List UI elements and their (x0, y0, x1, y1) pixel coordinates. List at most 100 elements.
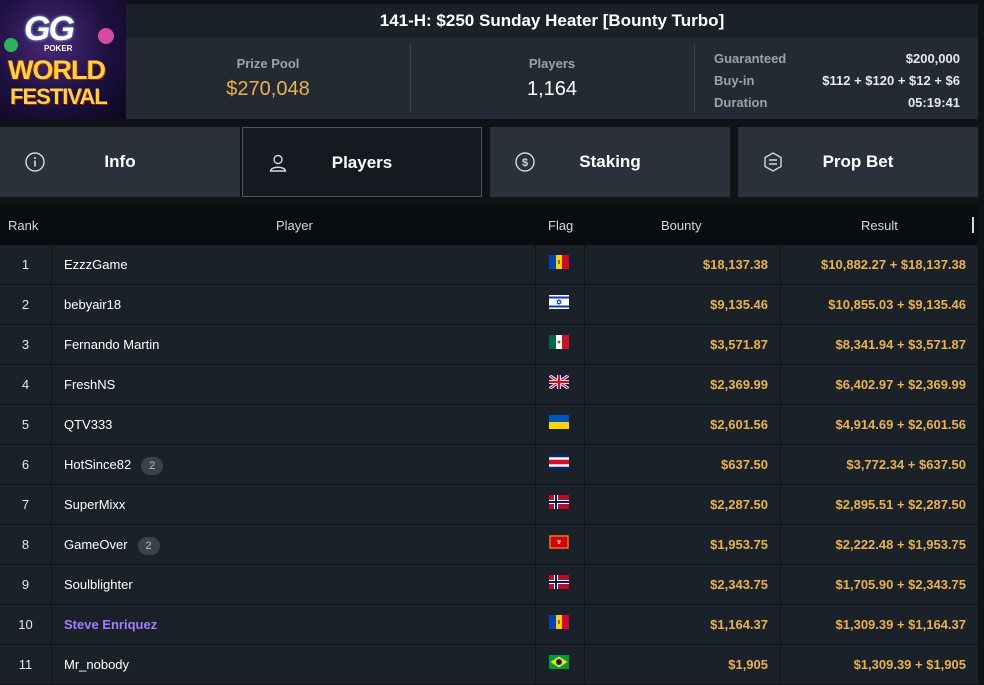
table-row[interactable]: 8 GameOver 2 $1,953.75 $2,222.48 + $1,953… (0, 525, 978, 565)
players-table-body: 1 EzzzGame $18,137.38 $10,882.27 + $18,1… (0, 245, 978, 685)
rank-cell: 8 (0, 525, 52, 564)
result-cell: $10,855.03 + $9,135.46 (828, 297, 966, 312)
table-row[interactable]: 10 Steve Enriquez $1,164.37 $1,309.39 + … (0, 605, 978, 645)
tab-label: Staking (579, 152, 641, 171)
result-cell: $1,705.90 + $2,343.75 (835, 577, 966, 592)
result-cell: $1,309.39 + $1,164.37 (835, 617, 966, 632)
column-bounty: Bounty (661, 218, 702, 233)
player-name[interactable]: bebyair18 (64, 285, 121, 324)
bounty-cell: $18,137.38 (702, 257, 768, 272)
column-flag: Flag (548, 218, 574, 233)
result-cell: $1,309.39 + $1,905 (853, 657, 966, 672)
player-name[interactable]: QTV333 (64, 405, 112, 444)
flag-cell (535, 365, 585, 404)
detail-label: Guaranteed (714, 51, 787, 66)
moldova-flag-icon (549, 255, 569, 269)
result-cell: $8,341.94 + $3,571.87 (835, 337, 966, 352)
table-row[interactable]: 9 Soulblighter $2,343.75 $1,705.90 + $2,… (0, 565, 978, 605)
tab-info[interactable]: Info (0, 127, 240, 197)
tournament-stats: Prize Pool $270,048 Players 1,164 Guaran… (126, 38, 978, 119)
column-player: Player (276, 218, 313, 233)
logo-line2: FESTIVAL (10, 84, 108, 109)
flag-cell (535, 325, 585, 364)
bounty-cell: $3,571.87 (710, 337, 768, 352)
players-stat: Players 1,164 (410, 38, 694, 119)
tab-players[interactable]: Players (242, 127, 482, 197)
detail-label: Buy-in (714, 73, 755, 88)
norway-flag-icon (549, 575, 569, 589)
tab-staking[interactable]: $ Staking (490, 127, 730, 197)
chip-decoration (4, 38, 18, 52)
column-result: Result (861, 218, 898, 233)
player-name[interactable]: GameOver (64, 537, 128, 552)
tab-prop-bet[interactable]: Prop Bet (738, 127, 978, 197)
rank-cell: 2 (0, 285, 52, 324)
player-name[interactable]: Soulblighter (64, 565, 133, 604)
result-cell: $2,222.48 + $1,953.75 (835, 537, 966, 552)
flag-cell (535, 285, 585, 324)
table-row[interactable]: 1 EzzzGame $18,137.38 $10,882.27 + $18,1… (0, 245, 978, 285)
bounty-cell: $2,601.56 (710, 417, 768, 432)
bounty-cell: $2,343.75 (710, 577, 768, 592)
prize-pool-value: $270,048 (226, 78, 310, 100)
bounty-cell: $9,135.46 (710, 297, 768, 312)
flag-cell (535, 245, 585, 284)
rank-cell: 1 (0, 245, 52, 284)
rank-cell: 3 (0, 325, 52, 364)
uk-flag-icon (549, 375, 569, 389)
detail-value: 05:19:41 (907, 95, 960, 110)
player-name[interactable]: Steve Enriquez (64, 605, 157, 644)
bounty-cell: $2,287.50 (710, 497, 768, 512)
result-cell: $6,402.97 + $2,369.99 (835, 377, 966, 392)
player-name[interactable]: HotSince82 (64, 457, 131, 472)
player-name[interactable]: Fernando Martin (64, 325, 159, 364)
table-row[interactable]: 11 Mr_nobody $1,905 $1,309.39 + $1,905 (0, 645, 978, 685)
detail-guaranteed: Guaranteed $200,000 (714, 48, 960, 70)
flag-cell (535, 525, 585, 564)
scrollbar[interactable] (972, 217, 974, 233)
entries-badge: 2 (141, 456, 164, 475)
tab-label: Prop Bet (822, 152, 894, 171)
ukraine-flag-icon (549, 415, 569, 429)
detail-duration: Duration 05:19:41 (714, 92, 960, 114)
player-name-with-badge[interactable]: HotSince82 2 (64, 445, 164, 484)
player-name[interactable]: FreshNS (64, 365, 115, 404)
flag-cell (535, 645, 585, 684)
player-name[interactable]: SuperMixx (64, 485, 125, 524)
rank-cell: 7 (0, 485, 52, 524)
gg-world-festival-logo: GG POKER WORLD FESTIVAL (0, 0, 126, 119)
players-label: Players (528, 56, 576, 71)
players-value: 1,164 (526, 78, 578, 100)
divider (694, 44, 695, 112)
costa-rica-flag-icon (549, 455, 569, 469)
table-row[interactable]: 2 bebyair18 $9,135.46 $10,855.03 + $9,13… (0, 285, 978, 325)
table-row[interactable]: 3 Fernando Martin $3,571.87 $8,341.94 + … (0, 325, 978, 365)
detail-buy-in: Buy-in $112 + $120 + $12 + $6 (714, 70, 960, 92)
prize-pool-label: Prize Pool (236, 56, 300, 71)
table-row[interactable]: 4 FreshNS $2,369.99 $6,402.97 + $2,369.9… (0, 365, 978, 405)
result-cell: $4,914.69 + $2,601.56 (835, 417, 966, 432)
moldova-flag-icon (549, 615, 569, 629)
player-name[interactable]: EzzzGame (64, 245, 128, 284)
bounty-cell: $637.50 (721, 457, 768, 472)
column-rank: Rank (8, 218, 39, 233)
player-name-with-badge[interactable]: GameOver 2 (64, 525, 160, 564)
table-row[interactable]: 5 QTV333 $2,601.56 $4,914.69 + $2,601.56 (0, 405, 978, 445)
chip-decoration (98, 28, 114, 44)
bounty-cell: $1,953.75 (710, 537, 768, 552)
norway-flag-icon (549, 495, 569, 509)
logo-sub: POKER (44, 44, 73, 53)
flag-cell (535, 565, 585, 604)
flag-cell (535, 445, 585, 484)
table-row[interactable]: 7 SuperMixx $2,287.50 $2,895.51 + $2,287… (0, 485, 978, 525)
detail-value: $200,000 (905, 51, 960, 66)
detail-label: Duration (714, 95, 768, 110)
table-row[interactable]: 6 HotSince82 2 $637.50 $3,772.34 + $637.5… (0, 445, 978, 485)
prize-pool-stat: Prize Pool $270,048 (126, 38, 410, 119)
tab-label: Players (331, 153, 393, 172)
flag-cell (535, 605, 585, 644)
players-table-header: Rank Player Flag Bounty Result (0, 205, 978, 245)
tournament-title: 141-H: $250 Sunday Heater [Bounty Turbo] (126, 4, 978, 38)
player-name[interactable]: Mr_nobody (64, 645, 129, 684)
rank-cell: 11 (0, 645, 52, 684)
